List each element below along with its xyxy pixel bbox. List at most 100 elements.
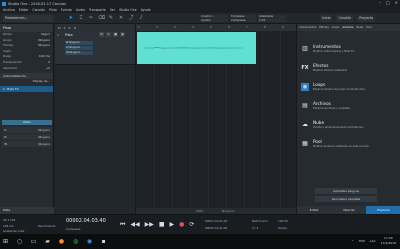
song-button[interactable]: Canción bbox=[336, 15, 354, 22]
track-row[interactable]: 1 Pista M S ● ◉ M Ninguno Al Ninguno IN … bbox=[55, 31, 135, 65]
browser-item-nube[interactable]: ☁ Nube Tienda y almacenamiento de PreSon… bbox=[301, 120, 399, 138]
header-mute[interactable]: M bbox=[58, 26, 61, 30]
monitor-button[interactable]: ◉ bbox=[120, 32, 125, 37]
page-mix-button[interactable]: Mezclar bbox=[331, 206, 367, 214]
menu-transporte[interactable]: Transporte bbox=[89, 8, 106, 12]
arrow-tool-icon[interactable]: ➤ bbox=[68, 15, 74, 22]
channel-midi[interactable]: M Ninguno bbox=[2, 134, 52, 140]
chrome-icon[interactable]: ◍ bbox=[72, 237, 79, 246]
browser-item-loops[interactable]: ◉ Loops Explorar librería de loops de St… bbox=[301, 82, 399, 100]
menu-ver[interactable]: Ver bbox=[110, 8, 115, 12]
channel-input[interactable]: In Ninguno bbox=[2, 127, 52, 133]
page-browse-button[interactable]: Explorar bbox=[366, 206, 400, 214]
title-bar: Studio One - 2018-02-17 Cancion – □ × bbox=[0, 0, 400, 7]
ruler-tick: 1 bbox=[138, 25, 140, 29]
track-name[interactable]: Pista bbox=[65, 33, 73, 37]
metronome-label[interactable]: Metrónomo bbox=[252, 219, 268, 223]
studio-one-icon[interactable]: ◉ bbox=[86, 237, 93, 246]
track-instrument-field[interactable]: IN Ninguno bbox=[65, 51, 93, 55]
tempo-value[interactable]: 120.00 bbox=[278, 219, 288, 223]
listen-tool-icon[interactable]: ♪ bbox=[138, 15, 144, 22]
close-button[interactable]: × bbox=[395, 1, 398, 5]
inspector-footer[interactable]: Pista bbox=[0, 207, 54, 214]
track-buttons: M S ● ◉ bbox=[99, 32, 125, 37]
tray-expand-icon[interactable]: ^ bbox=[352, 239, 355, 243]
automation-display[interactable]: Display de... bbox=[0, 79, 53, 85]
return-to-zero-button[interactable]: ⏮ bbox=[120, 221, 125, 228]
rewind-button[interactable]: ◀◀ bbox=[130, 221, 139, 228]
menu-pista[interactable]: Pista bbox=[49, 8, 57, 12]
browser-item-pool[interactable]: ▦ Pool Mostrar archivos utilizados en es… bbox=[301, 139, 399, 157]
inspector-title[interactable]: Pista bbox=[0, 24, 53, 32]
fast-forward-button[interactable]: ▶▶ bbox=[145, 221, 154, 228]
clock[interactable]: 17:40 17/2/2018 bbox=[381, 236, 396, 246]
add-track-icon[interactable]: ⊕ bbox=[74, 26, 77, 30]
snap-value[interactable]: 1/16 bbox=[258, 19, 286, 22]
menu-cancion[interactable]: Canción bbox=[32, 8, 45, 12]
eraser-tool-icon[interactable]: ⌫ bbox=[98, 15, 105, 22]
language-indicator[interactable]: ESP bbox=[359, 239, 365, 243]
track-output-field[interactable]: Al Ninguno bbox=[65, 46, 93, 50]
position-format[interactable]: Compases bbox=[66, 227, 81, 231]
menu-evento[interactable]: Evento bbox=[61, 8, 72, 12]
tab-efectos[interactable]: Efectos bbox=[319, 26, 329, 29]
mute-button[interactable]: M bbox=[99, 32, 104, 37]
tab-loops[interactable]: Loops bbox=[332, 26, 340, 29]
loop-button[interactable]: ⟳ bbox=[189, 221, 194, 228]
minimize-button[interactable]: – bbox=[379, 1, 381, 5]
ruler-tick: 4 bbox=[192, 25, 194, 29]
search-icon[interactable]: ○ bbox=[16, 237, 23, 246]
page-edit-button[interactable]: Editar bbox=[297, 206, 332, 214]
time-signature[interactable]: 4 / 4 bbox=[252, 226, 258, 230]
channel-in[interactable]: IN Ninguno bbox=[2, 141, 52, 147]
loop-end[interactable]: 00005.01.01.00 bbox=[205, 226, 227, 230]
browser-item-efectos[interactable]: FX Efectos Mostrar efectos instalados bbox=[301, 63, 399, 81]
windows-icon[interactable]: ⊞ bbox=[2, 237, 9, 246]
menu-studio-one[interactable]: Studio One bbox=[119, 8, 137, 12]
performance-label[interactable]: Rendimiento bbox=[38, 224, 56, 228]
browser-item-archivos[interactable]: ▤ Archivos Explorar archivos y carpetas bbox=[301, 101, 399, 119]
menu-archivo[interactable]: Archivo bbox=[3, 8, 15, 12]
folder-icon[interactable]: ▰ bbox=[44, 237, 51, 246]
header-record[interactable]: R bbox=[69, 26, 71, 30]
browser-item-instrumentos[interactable]: ▥ Instrumentos Mostrar instrumentos y No… bbox=[301, 44, 399, 62]
mute-tool-icon[interactable]: ✕ bbox=[118, 15, 124, 22]
loop-start[interactable]: 00001.01.01.00 bbox=[205, 219, 227, 223]
firefox-icon[interactable]: ● bbox=[58, 237, 65, 246]
tab-nube[interactable]: Nube bbox=[356, 26, 363, 29]
update-plugins-button[interactable]: Actualizar plug-ins bbox=[315, 188, 377, 194]
menu-editar[interactable]: Editar bbox=[19, 8, 28, 12]
range-tool-icon[interactable]: ⌶ bbox=[78, 15, 84, 22]
tab-archivos[interactable]: Archivos bbox=[342, 26, 353, 29]
chat-icon[interactable]: ▪ bbox=[100, 237, 107, 246]
track-input-field[interactable]: M Ninguno bbox=[65, 41, 93, 45]
menu-ayuda[interactable]: Ayuda bbox=[141, 8, 151, 12]
inspector-row[interactable]: Velocidad +0 bbox=[0, 66, 53, 72]
bend-tool-icon[interactable]: ⤴ bbox=[128, 15, 134, 22]
solo-button[interactable]: S bbox=[106, 32, 111, 37]
maximize-button[interactable]: □ bbox=[386, 1, 390, 5]
split-tool-icon[interactable]: ✂ bbox=[88, 15, 94, 22]
position-display[interactable]: 00002.04.03.40 bbox=[66, 218, 106, 224]
snap-bars[interactable]: Compases bbox=[230, 19, 256, 22]
audio-event-clip[interactable] bbox=[137, 32, 256, 64]
paint-tool-icon[interactable]: ✎ bbox=[108, 15, 114, 22]
record-arm-button[interactable]: ● bbox=[113, 32, 118, 37]
play-button[interactable]: ▶ bbox=[170, 221, 175, 228]
start-button[interactable]: Inicio bbox=[320, 15, 333, 22]
timeline-ruler[interactable]: 1 2 3 4 5 6 7 8 9 bbox=[136, 24, 297, 31]
taskview-icon[interactable]: ▭ bbox=[30, 237, 37, 246]
project-button[interactable]: Proyecto bbox=[357, 15, 376, 22]
track-preset-select[interactable]: Predetermin... bbox=[3, 15, 53, 22]
menu-audio[interactable]: Audio bbox=[76, 8, 85, 12]
tab-pool[interactable]: Pool bbox=[366, 26, 371, 29]
stop-button[interactable]: ■ bbox=[159, 221, 165, 228]
header-solo[interactable]: S bbox=[64, 26, 66, 30]
tab-instrumentos[interactable]: Instrumentos bbox=[299, 26, 316, 29]
snap-toggle[interactable]: Ajustar bbox=[200, 19, 228, 22]
arrange-view[interactable]: 1 2 3 4 5 6 7 8 9 Pista Ninguno bbox=[135, 24, 297, 214]
keyboard-indicator[interactable]: LAA bbox=[370, 239, 376, 243]
record-button[interactable]: ● bbox=[179, 221, 184, 228]
reindex-folders-button[interactable]: Re-indexar carpetas bbox=[315, 196, 377, 202]
selected-fx-track[interactable]: 1. Pista FX bbox=[0, 85, 53, 92]
